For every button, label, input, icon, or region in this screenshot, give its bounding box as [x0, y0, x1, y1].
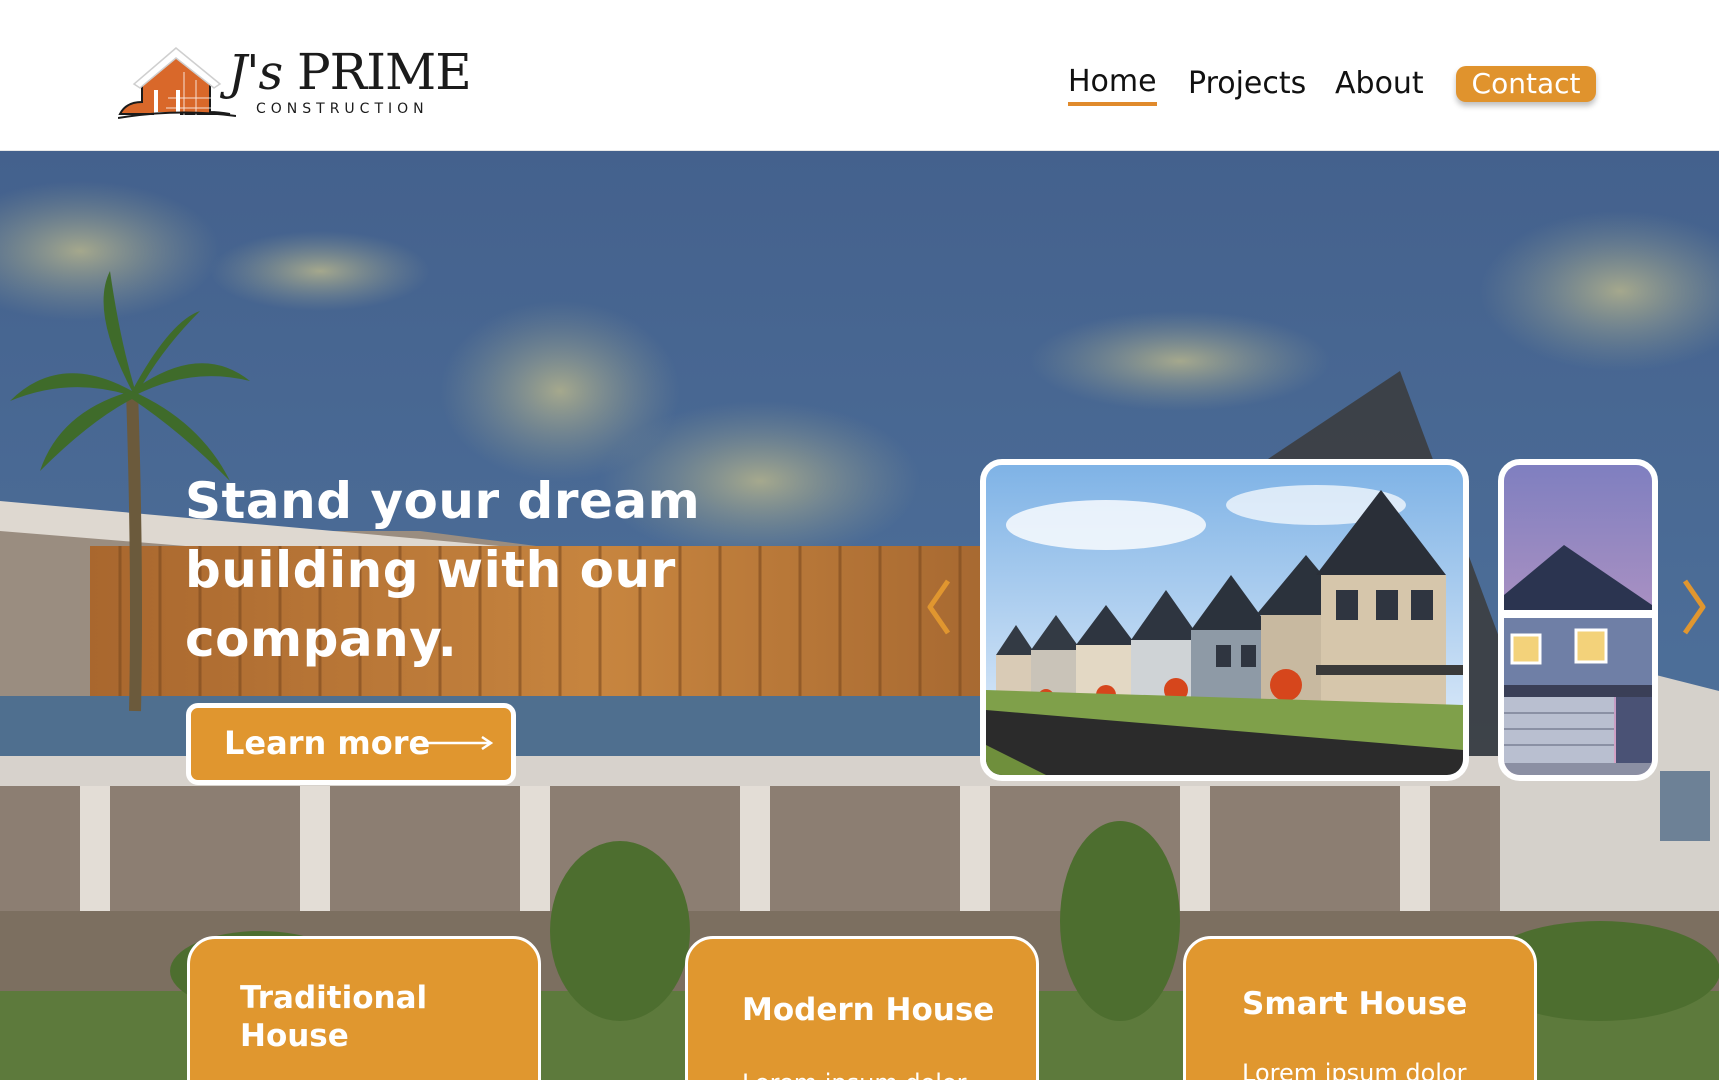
card-title: Smart House: [1242, 986, 1468, 1022]
learn-more-button[interactable]: Learn more: [186, 703, 516, 785]
card-traditional-house[interactable]: Traditional House: [187, 936, 541, 1080]
brand-tagline: CONSTRUCTION: [256, 101, 429, 117]
hero-title: Stand your dream building with our compa…: [185, 472, 701, 668]
arrow-right-icon: [427, 736, 493, 750]
hero-section: Stand your dream building with our compa…: [0, 151, 1719, 1080]
card-title: Traditional House: [240, 980, 428, 1054]
carousel-slide-blue-house[interactable]: [1498, 459, 1658, 781]
chevron-left-icon[interactable]: [924, 577, 954, 637]
brand-name: J's PRIME: [228, 43, 472, 101]
card-smart-house[interactable]: Smart House Lorem ipsum dolor: [1183, 936, 1537, 1080]
card-text: Lorem ipsum dolor: [1242, 1059, 1467, 1080]
nav-home[interactable]: Home: [1068, 64, 1157, 106]
nav-about[interactable]: About: [1335, 66, 1424, 101]
carousel-slide-row-houses[interactable]: [980, 459, 1469, 781]
learn-more-label: Learn more: [224, 724, 431, 762]
brand-main: PRIME: [296, 43, 472, 101]
card-modern-house[interactable]: Modern House Lorem ipsum dolor: [685, 936, 1039, 1080]
row-houses-image: [986, 465, 1463, 775]
brand-logo[interactable]: J's PRIME CONSTRUCTION: [118, 42, 472, 122]
blue-house-image: [1504, 465, 1652, 775]
card-text: Lorem ipsum dolor: [742, 1069, 967, 1080]
card-title: Modern House: [742, 992, 995, 1028]
nav-projects[interactable]: Projects: [1188, 66, 1306, 101]
brand-prefix: J's: [228, 45, 283, 101]
chevron-right-icon[interactable]: [1679, 577, 1709, 637]
site-header: J's PRIME CONSTRUCTION Home Projects Abo…: [0, 0, 1719, 151]
house-logo-icon: [118, 47, 236, 122]
contact-button[interactable]: Contact: [1456, 66, 1596, 102]
